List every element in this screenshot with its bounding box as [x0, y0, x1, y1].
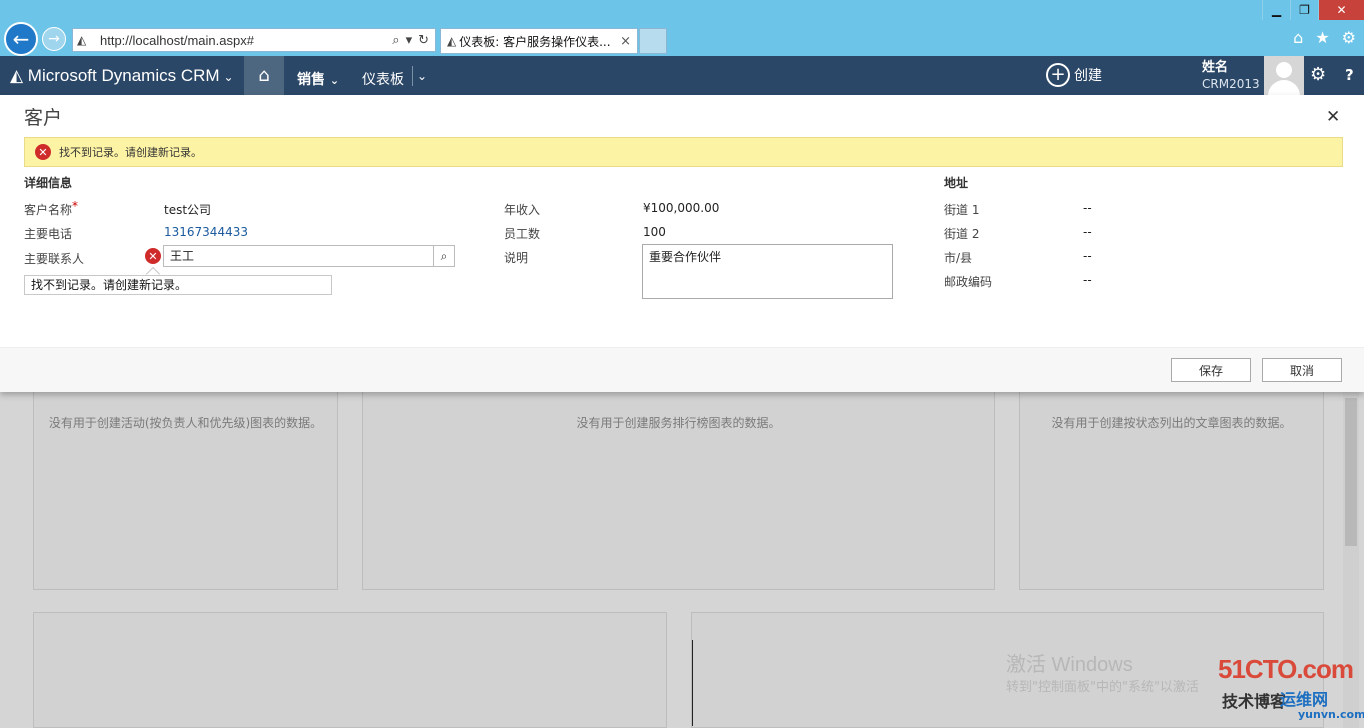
account-name-label: 客户名称* — [24, 199, 79, 217]
panel-message: 没有用于创建活动(按负责人和优先级)图表的数据。 — [48, 416, 323, 430]
chart-panel-bottom-left — [33, 612, 667, 728]
tab-close-icon[interactable]: × — [620, 34, 631, 49]
section-details: 详细信息 — [24, 176, 73, 190]
dialog-footer: 保存 取消 — [0, 347, 1364, 392]
chevron-down-icon: ⌄ — [223, 70, 234, 84]
error-icon: ✕ — [35, 144, 51, 160]
account-name-field[interactable]: test公司 — [164, 201, 211, 218]
employees-field[interactable]: 100 — [643, 225, 666, 239]
lookup-search-button[interactable]: ⌕ — [433, 246, 454, 266]
primary-contact-error-tooltip: 找不到记录。请创建新记录。 — [24, 275, 332, 295]
create-label: 创建 — [1074, 68, 1102, 84]
street1-field[interactable]: -- — [1083, 201, 1092, 215]
forward-button[interactable]: → — [42, 27, 66, 51]
zip-field[interactable]: -- — [1083, 273, 1092, 287]
gear-icon[interactable]: ⚙ — [1310, 64, 1326, 85]
browser-chrome: ← → ◭ http://localhost/main.aspx# ⌕ ▾ ↻ … — [0, 0, 1364, 56]
chart-panel-activities: 没有用于创建活动(按负责人和优先级)图表的数据。 — [33, 391, 338, 590]
chevron-down-icon: ⌄ — [329, 74, 340, 87]
crm-brand-label: Microsoft Dynamics CRM — [27, 66, 220, 85]
restore-icon: ❐ — [1299, 3, 1310, 17]
main-phone-field[interactable]: 13167344433 — [164, 225, 248, 239]
activate-windows-title: 激活 Windows — [1006, 654, 1133, 676]
street1-label: 街道 1 — [944, 203, 980, 217]
error-icon: ✕ — [145, 248, 161, 264]
crm-logo-icon: ◭ — [10, 66, 28, 85]
chart-panel-service-leaderboard: 没有用于创建服务排行榜图表的数据。 — [362, 391, 995, 590]
create-button[interactable]: + 创建 — [1046, 63, 1102, 87]
employees-label: 员工数 — [504, 227, 541, 241]
notification-banner: ✕ 找不到记录。请创建新记录。 — [24, 137, 1343, 167]
banner-message: 找不到记录。请创建新记录。 — [59, 146, 202, 159]
window-close-button[interactable]: ✕ — [1318, 0, 1364, 20]
city-label: 市/县 — [944, 251, 973, 265]
home-icon: ⌂ — [258, 65, 270, 86]
primary-contact-label: 主要联系人 — [24, 252, 85, 266]
annual-revenue-field[interactable]: ¥100,000.00 — [643, 201, 719, 215]
city-field[interactable]: -- — [1083, 249, 1092, 263]
back-button[interactable]: ← — [4, 22, 38, 56]
avatar[interactable] — [1264, 56, 1304, 95]
minimize-icon: ▁ — [1271, 3, 1282, 17]
nav-sales[interactable]: 销售 ⌄ — [297, 69, 339, 89]
refresh-icon[interactable]: ↻ — [418, 33, 429, 48]
back-arrow-icon: ← — [12, 27, 30, 51]
tab-title: 仪表板: 客户服务操作仪表... — [459, 34, 611, 49]
dialog-title: 客户 — [24, 107, 63, 129]
watermark-sub2: 运维网 — [1280, 690, 1329, 709]
required-indicator: * — [72, 199, 79, 213]
site-logo-icon: ◭ — [77, 33, 87, 47]
dropdown-icon[interactable]: ▾ — [406, 33, 413, 48]
section-address: 地址 — [944, 176, 969, 190]
tab-logo-icon: ◭ — [447, 34, 457, 48]
activate-windows-subtitle: 转到"控制面板"中的"系统"以激活 — [1006, 680, 1199, 695]
help-icon[interactable]: ? — [1345, 66, 1354, 84]
nav-divider — [412, 66, 413, 86]
crm-brand-menu[interactable]: ◭ Microsoft Dynamics CRM ⌄ — [10, 66, 234, 86]
scrollbar-thumb[interactable] — [1345, 398, 1357, 546]
save-button[interactable]: 保存 — [1171, 358, 1251, 382]
description-textarea[interactable]: 重要合作伙伴 — [642, 244, 893, 299]
quick-create-dialog: 客户 ✕ ✕ 找不到记录。请创建新记录。 详细信息 地址 客户名称* test公… — [0, 95, 1364, 392]
dialog-close-icon[interactable]: ✕ — [1326, 107, 1340, 127]
browser-tab[interactable]: ◭ 仪表板: 客户服务操作仪表... × — [440, 28, 638, 54]
home-icon[interactable]: ⌂ — [1293, 28, 1303, 47]
search-icon: ⌕ — [440, 248, 448, 263]
close-icon: ✕ — [1336, 3, 1347, 17]
primary-contact-input[interactable]: 王工 — [164, 246, 433, 266]
panel-message: 没有用于创建按状态列出的文章图表的数据。 — [1051, 416, 1292, 430]
address-url[interactable]: http://localhost/main.aspx# — [97, 33, 392, 48]
nav-dashboard[interactable]: 仪表板 — [362, 69, 404, 89]
annual-revenue-label: 年收入 — [504, 203, 541, 217]
minimize-button[interactable]: ▁ — [1262, 0, 1290, 20]
watermark-logo: 51CTO.com — [1218, 654, 1354, 684]
zip-label: 邮政编码 — [944, 275, 993, 289]
main-phone-label: 主要电话 — [24, 227, 73, 241]
address-bar[interactable]: ◭ http://localhost/main.aspx# ⌕ ▾ ↻ — [72, 28, 436, 52]
description-label: 说明 — [504, 251, 529, 265]
street2-label: 街道 2 — [944, 227, 980, 241]
watermark-sub1: 技术博客 — [1222, 692, 1287, 711]
crm-home-button[interactable]: ⌂ — [244, 56, 284, 95]
watermark-url: yunvn.com — [1298, 708, 1364, 721]
window-controls: ▁ ❐ ✕ — [1262, 0, 1364, 20]
search-icon[interactable]: ⌕ — [392, 33, 399, 48]
restore-button[interactable]: ❐ — [1290, 0, 1318, 20]
crm-navbar: ◭ Microsoft Dynamics CRM ⌄ ⌂ 销售 ⌄ 仪表板 ⌄ +… — [0, 56, 1364, 95]
cancel-button[interactable]: 取消 — [1262, 358, 1342, 382]
star-icon[interactable]: ★ — [1315, 28, 1329, 47]
forward-arrow-icon: → — [48, 31, 60, 47]
chart-panel-articles: 没有用于创建按状态列出的文章图表的数据。 — [1019, 391, 1324, 590]
primary-contact-lookup[interactable]: 王工 ⌕ — [163, 245, 455, 267]
street2-field[interactable]: -- — [1083, 225, 1092, 239]
text-cursor — [692, 640, 693, 726]
gear-icon[interactable]: ⚙ — [1342, 28, 1356, 47]
new-tab-button[interactable] — [639, 28, 667, 54]
chevron-down-icon[interactable]: ⌄ — [417, 69, 427, 83]
user-name: 姓名 — [1202, 60, 1229, 75]
plus-icon: + — [1046, 63, 1070, 87]
user-org: CRM2013 — [1202, 77, 1260, 91]
user-info[interactable]: 姓名 CRM2013 — [1202, 60, 1260, 92]
panel-message: 没有用于创建服务排行榜图表的数据。 — [576, 416, 781, 430]
